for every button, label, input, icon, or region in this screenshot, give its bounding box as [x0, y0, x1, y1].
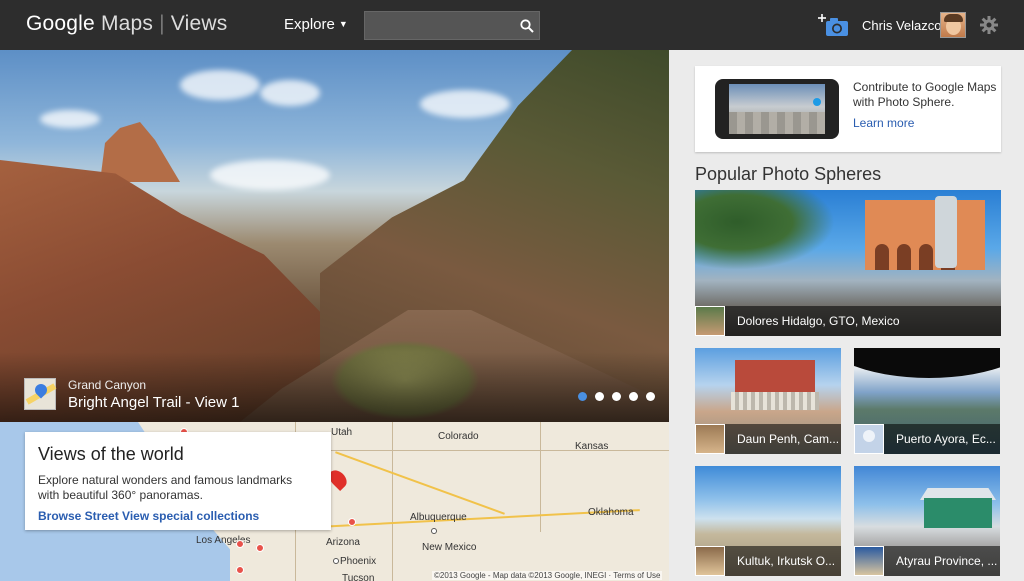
- map-copyright: ©2013 Google - Map data ©2013 Google, IN…: [432, 571, 663, 580]
- explore-menu[interactable]: Explore ▼: [284, 16, 348, 33]
- contributor-avatar: [695, 424, 725, 454]
- map-label-phoenix: Phoenix: [340, 556, 377, 567]
- carousel-dots: [578, 392, 655, 401]
- logo-brand: Google: [26, 12, 95, 35]
- photo-sphere-label: Atyrau Province, ...: [896, 554, 998, 568]
- map-photo-dot[interactable]: [348, 518, 356, 526]
- app-logo[interactable]: Google Maps | Views: [26, 12, 227, 36]
- map-label-new-mexico: New Mexico: [422, 542, 477, 553]
- user-name[interactable]: Chris Velazco: [862, 18, 941, 33]
- photo-sphere-tile[interactable]: Atyrau Province, ...: [854, 466, 1000, 576]
- views-of-the-world-card: Views of the world Explore natural wonde…: [25, 432, 331, 530]
- explore-label: Explore: [284, 16, 335, 33]
- map-photo-dot[interactable]: [236, 566, 244, 574]
- contributor-avatar: [695, 546, 725, 576]
- contributor-avatar: [854, 546, 884, 576]
- search-input[interactable]: [364, 11, 540, 40]
- photo-sphere-tile[interactable]: Daun Penh, Cam...: [695, 348, 841, 454]
- map-label-colorado: Colorado: [438, 431, 479, 442]
- add-photo-camera-icon: [818, 14, 848, 36]
- map-photo-dot[interactable]: [236, 540, 244, 548]
- cloud: [210, 160, 330, 190]
- carousel-dot[interactable]: [595, 392, 604, 401]
- views-card-description: Explore natural wonders and famous landm…: [38, 473, 293, 502]
- map-photo-dot[interactable]: [256, 544, 264, 552]
- maps-pin-icon: [24, 378, 57, 410]
- contributor-avatar: [695, 306, 725, 336]
- photo-sphere-label: Puerto Ayora, Ec...: [896, 432, 996, 446]
- cloud: [40, 110, 100, 128]
- photo-sphere-label: Kultuk, Irkutsk O...: [737, 554, 836, 568]
- search-icon: [520, 18, 534, 33]
- logo-divider: |: [159, 12, 165, 35]
- carousel-dot[interactable]: [646, 392, 655, 401]
- photo-sphere-tile[interactable]: Dolores Hidalgo, GTO, Mexico: [695, 190, 1001, 336]
- settings-button[interactable]: [980, 16, 998, 34]
- map-label-tucson: Tucson: [342, 573, 375, 581]
- caret-down-icon: ▼: [338, 19, 348, 29]
- cloud: [420, 90, 510, 118]
- popular-photo-spheres-heading: Popular Photo Spheres: [695, 164, 882, 184]
- map-label-albuquerque: Albuquerque: [410, 512, 467, 523]
- map-label-utah: Utah: [331, 427, 353, 438]
- carousel-dot[interactable]: [629, 392, 638, 401]
- browse-collections-link[interactable]: Browse Street View special collections: [38, 509, 318, 523]
- map-label-oklahoma: Oklahoma: [588, 507, 634, 518]
- views-card-heading: Views of the world: [38, 444, 184, 464]
- search-button[interactable]: [515, 13, 539, 38]
- cloud: [180, 70, 260, 100]
- photo-sphere-tile[interactable]: Kultuk, Irkutsk O...: [695, 466, 841, 576]
- photo-sphere-label: Dolores Hidalgo, GTO, Mexico: [737, 314, 900, 328]
- phone-illustration: [715, 79, 839, 139]
- photo-sphere-label: Daun Penh, Cam...: [737, 432, 840, 446]
- avatar-hair: [944, 14, 963, 22]
- avatar[interactable]: [940, 12, 966, 38]
- carousel-dot[interactable]: [578, 392, 587, 401]
- map-label-arizona: Arizona: [326, 537, 360, 548]
- hero-place-name: Grand Canyon: [68, 378, 147, 392]
- contribute-card: Contribute to Google Maps with Photo Sph…: [695, 66, 1001, 152]
- hero-panorama[interactable]: Grand Canyon Bright Angel Trail - View 1: [0, 50, 669, 422]
- hero-view-title: Bright Angel Trail - View 1: [68, 394, 240, 411]
- map-label-kansas: Kansas: [575, 441, 609, 452]
- add-photo-button[interactable]: [818, 13, 850, 39]
- sidebar: Contribute to Google Maps with Photo Sph…: [669, 50, 1024, 581]
- photo-sphere-tile[interactable]: Puerto Ayora, Ec...: [854, 348, 1000, 454]
- logo-section: Views: [170, 12, 228, 35]
- cloud: [260, 80, 320, 106]
- logo-product: Maps: [100, 12, 154, 35]
- default-avatar-icon: [854, 424, 884, 454]
- contribute-text: Contribute to Google Maps with Photo Sph…: [853, 80, 997, 109]
- carousel-dot[interactable]: [612, 392, 621, 401]
- top-bar: Google Maps | Views Explore ▼ Chris Velazco: [0, 0, 1024, 50]
- gear-icon: [980, 16, 998, 34]
- learn-more-link[interactable]: Learn more: [853, 116, 914, 130]
